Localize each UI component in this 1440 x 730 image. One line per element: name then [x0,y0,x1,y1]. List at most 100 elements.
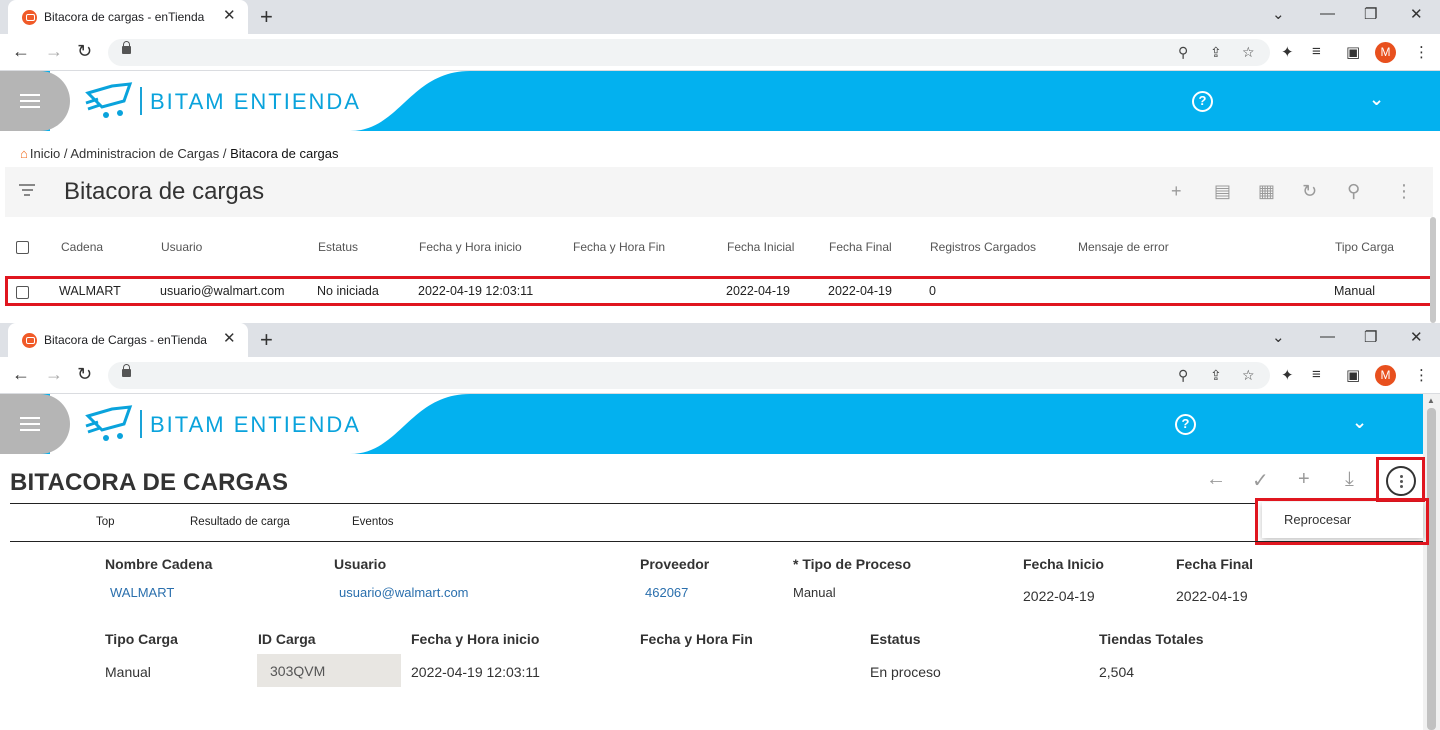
highlight-more-button [1376,457,1425,502]
column-header-tipo-carga[interactable]: Tipo Carga [1335,240,1394,254]
help-icon[interactable]: ? [1175,414,1196,435]
column-header-estatus[interactable]: Estatus [318,240,358,254]
media-icon[interactable]: ≡ [1312,366,1321,383]
more-options-icon[interactable]: ⋮ [1395,181,1413,202]
column-header-fecha-final[interactable]: Fecha Final [829,240,892,254]
column-header-fecha-hora-inicio[interactable]: Fecha y Hora inicio [419,240,522,254]
chrome-menu-icon[interactable]: ⋮ [1414,366,1429,384]
profile-avatar[interactable]: M [1375,365,1396,386]
tab-title: Bitacora de cargas - enTienda [44,10,205,24]
edit-table-icon[interactable]: ▤ [1214,181,1231,202]
location-icon[interactable]: ⚲ [1178,44,1188,61]
add-icon[interactable]: + [1298,468,1310,491]
section-tab-resultado[interactable]: Resultado de carga [190,516,290,528]
section-tab-eventos[interactable]: Eventos [352,516,394,528]
close-tab-icon[interactable]: ✕ [223,6,236,24]
brand-logo-text: BITAM ENTIENDA [150,412,361,437]
address-toolbar: ← → ↻ ⚲ ⇪ ☆ ✦ ≡ ▣ M ⋮ [0,357,1440,394]
column-header-usuario[interactable]: Usuario [161,240,202,254]
app-header: BITAM ENTIENDA ? ⌄ [0,71,1440,131]
menu-toggle[interactable] [0,71,70,131]
section-tab-top[interactable]: Top [96,516,115,528]
browser-tab[interactable]: Bitacora de cargas - enTienda ✕ [8,0,248,34]
chrome-menu-icon[interactable]: ⋮ [1414,43,1429,61]
label-usuario: Usuario [334,556,387,572]
column-header-cadena[interactable]: Cadena [61,240,103,254]
browser-window-list: Bitacora de cargas - enTienda ✕ + ⌄ — ❐ … [0,0,1440,323]
profile-avatar[interactable]: M [1375,42,1396,63]
breadcrumb-home[interactable]: Inicio [30,146,60,161]
side-panel-icon[interactable]: ▣ [1346,43,1360,61]
download-icon[interactable]: ⤓ [1345,468,1354,491]
reload-icon[interactable]: ↻ [77,364,92,385]
close-window-icon[interactable]: ✕ [1410,5,1423,23]
tab-search-icon[interactable]: ⌄ [1272,328,1285,346]
check-icon[interactable]: ✓ [1252,468,1269,493]
tab-strip: Bitacora de cargas - enTienda ✕ + ⌄ — ❐ … [0,0,1440,34]
new-tab-icon[interactable]: + [260,327,273,353]
close-tab-icon[interactable]: ✕ [223,329,236,347]
minimize-icon[interactable]: — [1320,328,1335,345]
address-bar[interactable]: ⚲ ⇪ ☆ [108,362,1270,389]
label-nombre-cadena: Nombre Cadena [105,556,213,572]
new-tab-icon[interactable]: + [260,4,273,30]
column-header-registros[interactable]: Registros Cargados [930,240,1036,254]
chevron-down-icon[interactable]: ⌄ [1369,89,1384,110]
side-panel-icon[interactable]: ▣ [1346,366,1360,384]
label-fecha-hora-inicio: Fecha y Hora inicio [411,631,540,647]
share-icon[interactable]: ⇪ [1210,367,1222,384]
tabs-divider [10,541,1423,542]
forward-icon[interactable]: → [45,41,63,62]
label-fecha-hora-fin: Fecha y Hora Fin [640,631,753,647]
scrollbar-thumb[interactable] [1427,408,1436,730]
refresh-icon[interactable]: ↻ [1302,181,1317,202]
column-header-fecha-hora-fin[interactable]: Fecha y Hora Fin [573,240,665,254]
link-proveedor[interactable]: 462067 [645,585,688,600]
breadcrumb-section[interactable]: Administracion de Cargas [70,146,219,161]
breadcrumb-separator: / [63,146,68,161]
back-arrow-icon[interactable]: ← [1206,468,1226,491]
select-all-checkbox[interactable] [16,241,29,254]
label-proveedor: Proveedor [640,556,710,572]
location-icon[interactable]: ⚲ [1178,367,1188,384]
hamburger-icon[interactable] [20,417,40,431]
grid-view-icon[interactable]: ▦ [1258,181,1275,202]
page-scrollbar[interactable]: ▲ [1423,394,1440,730]
browser-tab[interactable]: Bitacora de Cargas - enTienda ✕ [8,323,248,357]
hamburger-icon[interactable] [20,94,40,108]
column-header-fecha-inicial[interactable]: Fecha Inicial [727,240,794,254]
record-title: BITACORA DE CARGAS [10,469,289,496]
address-bar[interactable]: ⚲ ⇪ ☆ [108,39,1270,66]
add-icon[interactable]: + [1171,181,1182,202]
bookmark-star-icon[interactable]: ☆ [1242,367,1255,384]
share-icon[interactable]: ⇪ [1210,44,1222,61]
back-icon[interactable]: ← [12,41,30,62]
value-tiendas-totales: 2,504 [1099,664,1135,680]
forward-icon[interactable]: → [45,364,63,385]
close-window-icon[interactable]: ✕ [1410,328,1423,346]
scroll-up-icon[interactable]: ▲ [1427,396,1435,405]
restore-icon[interactable]: ❐ [1364,328,1377,346]
chevron-down-icon[interactable]: ⌄ [1352,412,1367,433]
reload-icon[interactable]: ↻ [77,41,92,62]
menu-toggle[interactable] [0,394,70,454]
list-scrollbar[interactable] [1430,217,1436,323]
extensions-icon[interactable]: ✦ [1281,43,1294,61]
restore-icon[interactable]: ❐ [1364,5,1377,23]
value-tipo-carga: Manual [105,664,151,680]
search-icon[interactable]: ⚲ [1347,181,1360,202]
minimize-icon[interactable]: — [1320,5,1335,22]
app-header: BITAM ENTIENDA ? ⌄ [0,394,1423,454]
tab-search-icon[interactable]: ⌄ [1272,5,1285,23]
column-header-mensaje-error[interactable]: Mensaje de error [1078,240,1169,254]
link-usuario[interactable]: usuario@walmart.com [339,585,469,600]
extensions-icon[interactable]: ✦ [1281,366,1294,384]
home-icon[interactable]: ⌂ [20,146,28,161]
media-icon[interactable]: ≡ [1312,43,1321,60]
filter-icon[interactable] [19,184,35,199]
id-carga-field: 303QVM [257,654,401,687]
link-nombre-cadena[interactable]: WALMART [110,585,174,600]
back-icon[interactable]: ← [12,364,30,385]
help-icon[interactable]: ? [1192,91,1213,112]
bookmark-star-icon[interactable]: ☆ [1242,44,1255,61]
